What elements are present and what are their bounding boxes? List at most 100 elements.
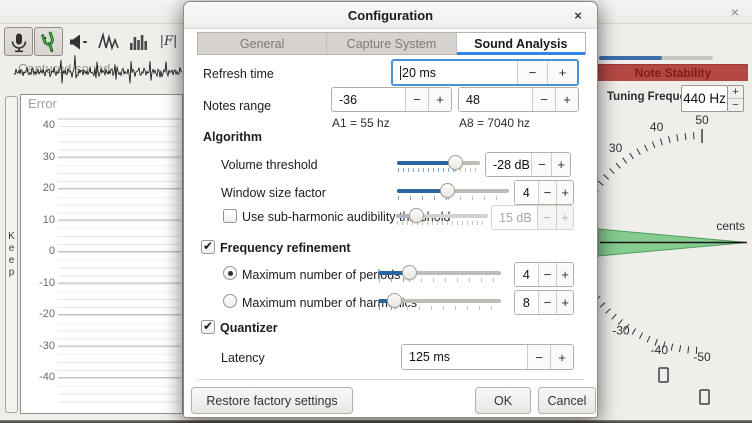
error-axis-tick: -40 bbox=[29, 371, 55, 383]
max-harmonics-radio[interactable] bbox=[223, 294, 237, 308]
notes-low-minus-button[interactable]: − bbox=[405, 88, 428, 111]
dial-unit-label: cents bbox=[716, 219, 745, 233]
refresh-time-spinbox: 20 ms − + bbox=[391, 59, 579, 86]
refresh-time-label: Refresh time bbox=[203, 67, 274, 81]
max-harmonics-spinbox: 8 − + bbox=[514, 290, 574, 315]
max-harmonics-minus-button[interactable]: − bbox=[538, 291, 557, 314]
microphone-toggle-button[interactable] bbox=[4, 27, 33, 56]
window-size-factor-value[interactable]: 4 bbox=[515, 181, 538, 204]
error-axis-tick: 20 bbox=[29, 182, 55, 194]
volume-threshold-label: Volume threshold bbox=[221, 158, 318, 172]
dialog-title: Configuration bbox=[184, 8, 597, 23]
subharmonic-value: 15 dB bbox=[492, 206, 537, 229]
notes-range-label: Notes range bbox=[203, 99, 271, 113]
subharmonic-checkbox[interactable] bbox=[223, 209, 237, 223]
waveform-tool-button[interactable] bbox=[94, 27, 123, 56]
error-axis-tick: -10 bbox=[29, 277, 55, 289]
max-periods-label: Maximum number of periods bbox=[242, 268, 400, 282]
tuning-frequency-up-button[interactable]: + bbox=[728, 86, 743, 99]
dialog-tabbar: General Capture System Sound Analysis bbox=[197, 32, 586, 55]
dial-label-m40: -40 bbox=[651, 343, 669, 357]
missing-glyph-box-icon bbox=[659, 368, 668, 382]
dialog-close-icon[interactable]: × bbox=[569, 7, 587, 25]
slider-handle[interactable] bbox=[448, 155, 463, 170]
spectrum-tool-button[interactable] bbox=[124, 27, 153, 56]
window-size-minus-button[interactable]: − bbox=[538, 181, 557, 204]
restore-factory-settings-button[interactable]: Restore factory settings bbox=[191, 387, 353, 414]
max-harmonics-slider[interactable] bbox=[378, 292, 501, 310]
keep-button-label: Keep bbox=[6, 231, 17, 279]
tuning-dial: 50 40 30 -30 -40 -50 cents bbox=[598, 110, 752, 410]
error-plot-title: Error bbox=[28, 96, 57, 111]
algorithm-heading: Algorithm bbox=[203, 130, 262, 144]
error-axis-tick: 30 bbox=[29, 151, 55, 163]
quantizer-label: Quantizer bbox=[220, 321, 278, 335]
subharmonic-slider[interactable] bbox=[396, 207, 488, 225]
volume-threshold-value[interactable]: -28 dB bbox=[486, 153, 531, 176]
error-axis-tick: 10 bbox=[29, 214, 55, 226]
max-periods-minus-button[interactable]: − bbox=[538, 263, 557, 286]
fourier-tool-button[interactable]: |F| bbox=[154, 27, 183, 56]
waveform-icon bbox=[97, 30, 121, 54]
cancel-button[interactable]: Cancel bbox=[538, 387, 596, 414]
dial-label-40: 40 bbox=[650, 120, 664, 134]
dialog-titlebar[interactable]: Configuration × bbox=[184, 2, 597, 29]
frequency-refinement-label: Frequency refinement bbox=[220, 241, 351, 255]
microphone-icon bbox=[7, 30, 31, 54]
footer-separator bbox=[197, 379, 584, 380]
max-periods-radio[interactable] bbox=[223, 266, 237, 280]
notes-low-plus-button[interactable]: + bbox=[428, 88, 451, 111]
error-history-panel: Error 40 30 20 10 0 -10 -20 -30 -40 bbox=[20, 94, 183, 414]
note-stability-bar: Note Stability bbox=[598, 64, 748, 81]
tuning-frequency-field[interactable]: 440 Hz bbox=[681, 85, 728, 112]
volume-tool-button[interactable] bbox=[64, 27, 93, 56]
latency-plus-button[interactable]: + bbox=[550, 345, 573, 369]
window-size-factor-label: Window size factor bbox=[221, 186, 326, 200]
ok-button[interactable]: OK bbox=[475, 387, 531, 414]
refresh-time-minus-button[interactable]: − bbox=[517, 61, 547, 84]
notes-high-plus-button[interactable]: + bbox=[555, 88, 578, 111]
frequency-refinement-checkbox[interactable] bbox=[201, 240, 215, 254]
window-size-factor-slider[interactable] bbox=[397, 182, 509, 200]
notes-range-low-value[interactable]: -36 bbox=[332, 88, 405, 111]
volume-threshold-slider[interactable] bbox=[397, 154, 480, 172]
keep-button[interactable]: Keep bbox=[5, 96, 18, 413]
slider-handle[interactable] bbox=[387, 293, 402, 308]
subharmonic-minus-button: − bbox=[537, 206, 556, 229]
input-volume-fill bbox=[599, 56, 662, 60]
dial-label-30: 30 bbox=[609, 141, 623, 155]
captured-sound-waveform bbox=[14, 55, 184, 91]
refresh-time-plus-button[interactable]: + bbox=[547, 61, 577, 84]
input-volume-bar bbox=[599, 56, 713, 60]
max-periods-plus-button[interactable]: + bbox=[556, 263, 573, 286]
quantizer-checkbox[interactable] bbox=[201, 320, 215, 334]
notes-range-low-note: A1 = 55 hz bbox=[332, 116, 390, 130]
max-periods-slider[interactable] bbox=[378, 264, 501, 282]
latency-value[interactable]: 125 ms bbox=[402, 345, 527, 369]
subharmonic-plus-button: + bbox=[556, 206, 573, 229]
histogram-icon bbox=[127, 30, 151, 54]
tab-capture-system[interactable]: Capture System bbox=[327, 33, 456, 54]
max-periods-spinbox: 4 − + bbox=[514, 262, 574, 287]
max-harmonics-value[interactable]: 8 bbox=[515, 291, 538, 314]
volume-threshold-plus-button[interactable]: + bbox=[551, 153, 570, 176]
dial-label-m50: -50 bbox=[693, 350, 711, 364]
subharmonic-spinbox: 15 dB − + bbox=[491, 205, 574, 230]
formula-f-icon: |F| bbox=[160, 34, 178, 49]
max-harmonics-plus-button[interactable]: + bbox=[556, 291, 573, 314]
volume-threshold-minus-button[interactable]: − bbox=[531, 153, 551, 176]
tuning-frequency-stepper: + − bbox=[728, 85, 744, 112]
main-window-close-icon[interactable]: × bbox=[726, 3, 744, 21]
notes-high-minus-button[interactable]: − bbox=[532, 88, 555, 111]
tab-general[interactable]: General bbox=[198, 33, 327, 54]
refresh-time-value[interactable]: 20 ms bbox=[393, 61, 517, 84]
window-size-plus-button[interactable]: + bbox=[556, 181, 573, 204]
tuner-toggle-button[interactable] bbox=[34, 27, 63, 56]
max-periods-value[interactable]: 4 bbox=[515, 263, 538, 286]
latency-minus-button[interactable]: − bbox=[527, 345, 550, 369]
error-axis-tick: -30 bbox=[29, 340, 55, 352]
slider-handle[interactable] bbox=[402, 265, 417, 280]
notes-range-high-value[interactable]: 48 bbox=[459, 88, 532, 111]
configuration-dialog: Configuration × General Capture System S… bbox=[183, 1, 598, 418]
tab-sound-analysis[interactable]: Sound Analysis bbox=[457, 33, 585, 54]
